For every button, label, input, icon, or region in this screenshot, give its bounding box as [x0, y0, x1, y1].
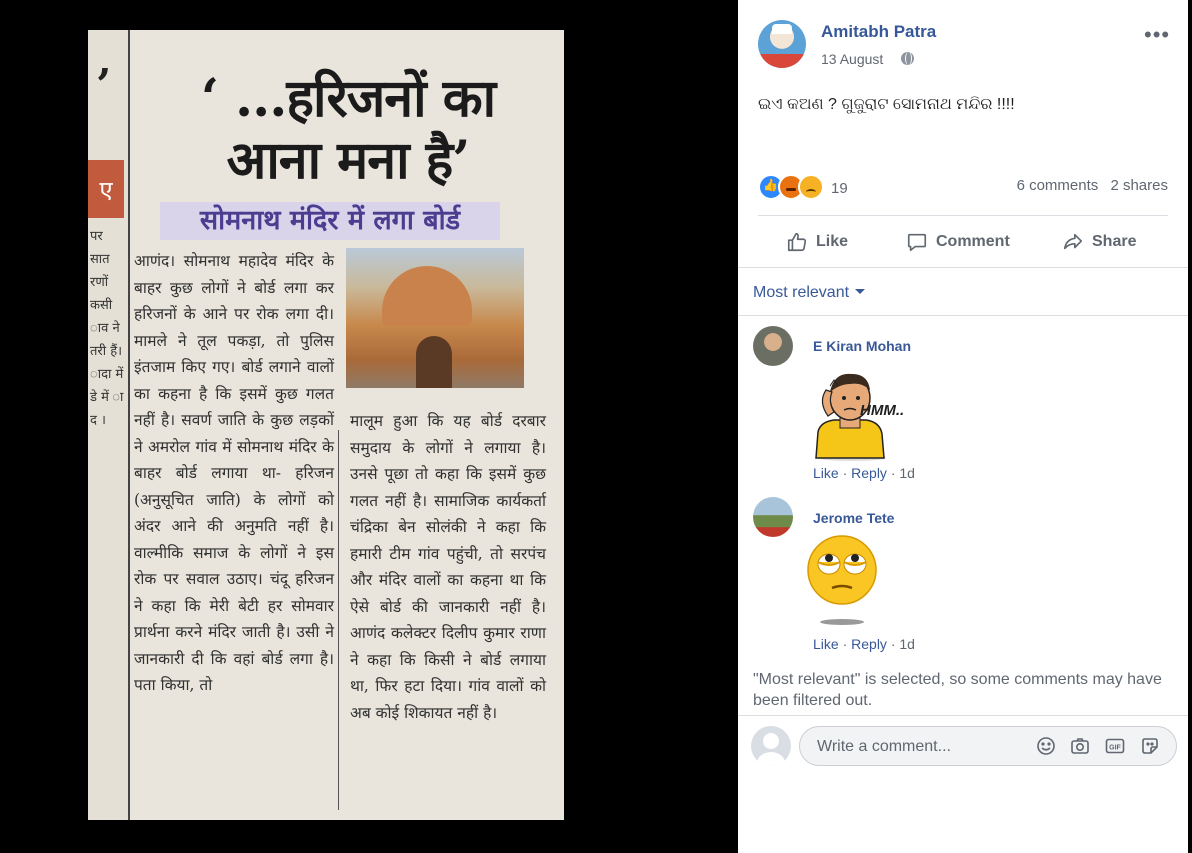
post-text: ଇଏ କଅଣ ? ଗୁଜୁରାଟ ସୋମନାଥ ମନ୍ଦିର !!!!: [758, 96, 1015, 113]
post-photo-viewer: ’ ए पर सात रणों कसी ाव ने तरी हैं। ादा म…: [0, 0, 738, 853]
clipping-headline-line-1: ‘ ...हरिजनों का: [200, 68, 496, 129]
temple-door: [416, 336, 452, 388]
clipping-headline: ‘ ...हरिजनों का आना मना है’: [138, 68, 558, 192]
divider-composer: [738, 715, 1188, 716]
shares-count-link[interactable]: 2 shares: [1110, 177, 1168, 194]
temple-dome: [382, 266, 472, 326]
temple-photo: [346, 248, 524, 388]
current-user-avatar: [751, 726, 791, 766]
share-arrow-icon: [1063, 233, 1083, 250]
divider-sort: [738, 315, 1188, 316]
comment-2-reply-link[interactable]: Reply: [851, 636, 887, 652]
comment-icon: [907, 233, 927, 252]
comment-actions-2: Like · Reply · 1d: [813, 636, 915, 652]
clipping-strip-text: पर सात रणों कसी ाव ने तरी हैं। ादा में ड…: [90, 229, 124, 428]
post-side-panel: Amitabh Patra 13 August ••• ଇଏ କଅଣ ? ଗୁଜ…: [738, 0, 1188, 853]
comment-2-like-link[interactable]: Like: [813, 636, 839, 652]
post-date[interactable]: 13 August: [821, 51, 883, 67]
comment-button-label: Comment: [936, 233, 1010, 250]
comment-2-age[interactable]: 1d: [899, 636, 915, 652]
comments-count-link[interactable]: 6 comments: [1017, 177, 1099, 194]
comment-actions-1: Like · Reply · 1d: [813, 465, 915, 481]
svg-text:GIF: GIF: [1109, 745, 1121, 752]
share-button[interactable]: Share: [1062, 224, 1136, 260]
comment-sort-label: Most relevant: [753, 284, 850, 301]
divider-actions: [738, 267, 1188, 268]
gif-icon[interactable]: GIF: [1105, 736, 1125, 756]
commenter-name-2[interactable]: Jerome Tete: [813, 510, 894, 526]
comment-composer[interactable]: GIF: [799, 726, 1177, 766]
sad-reaction-icon: [798, 174, 824, 200]
column-rule: [338, 430, 339, 810]
clipping-strip-red-box: ए: [88, 160, 124, 218]
commenter-avatar-1[interactable]: [753, 326, 793, 366]
reaction-count[interactable]: 19: [831, 180, 848, 197]
author-avatar[interactable]: [758, 20, 806, 68]
clipping-column-1: आणंद। सोमनाथ महादेव मंदिर के बाहर कुछ लो…: [134, 252, 334, 694]
clipping-headline-line-2: आना मना है’: [226, 130, 471, 191]
sticker-icon[interactable]: [1140, 736, 1160, 756]
commenter-avatar-2[interactable]: [753, 497, 793, 537]
avatar-cap: [772, 24, 792, 34]
share-button-label: Share: [1092, 233, 1137, 250]
commenter-name-1[interactable]: E Kiran Mohan: [813, 338, 911, 354]
author-name-link[interactable]: Amitabh Patra: [821, 22, 936, 42]
like-button-label: Like: [816, 233, 849, 250]
comment-1-reply-link[interactable]: Reply: [851, 465, 887, 481]
globe-icon: [901, 52, 914, 65]
more-options-icon[interactable]: •••: [1144, 22, 1170, 48]
divider-top: [758, 215, 1168, 216]
clipping-left-strip: ’ ए पर सात रणों कसी ाव ने तरी हैं। ादा म…: [88, 30, 130, 820]
thumbs-up-icon: [787, 232, 807, 252]
comment-button[interactable]: Comment: [906, 224, 1010, 260]
comment-1-like-link[interactable]: Like: [813, 465, 839, 481]
clipping-subhead: सोमनाथ मंदिर में लगा बोर्ड: [160, 202, 500, 240]
like-button[interactable]: Like: [786, 224, 848, 260]
clipping-column-2: मालूम हुआ कि यह बोर्ड दरबार समुदाय के लो…: [350, 412, 546, 722]
comment-input[interactable]: [815, 735, 1019, 759]
hmm-sticker-text: HMM..: [860, 402, 905, 419]
clipping-strip-mark: ’: [96, 60, 112, 111]
camera-icon[interactable]: [1070, 736, 1090, 756]
eye-roll-emoji-sticker-icon: [807, 530, 877, 625]
comment-1-age[interactable]: 1d: [899, 465, 915, 481]
post-stats: 6 comments 2 shares: [1017, 177, 1168, 194]
filter-notice: "Most relevant" is selected, so some com…: [753, 671, 1162, 709]
avatar-band: [758, 54, 806, 68]
emoji-icon[interactable]: [1036, 736, 1056, 756]
newspaper-clipping-image[interactable]: ’ ए पर सात रणों कसी ाव ने तरी हैं। ादा म…: [88, 30, 564, 820]
comment-sort-dropdown[interactable]: Most relevant: [753, 284, 866, 302]
caret-down-icon: [855, 289, 866, 294]
